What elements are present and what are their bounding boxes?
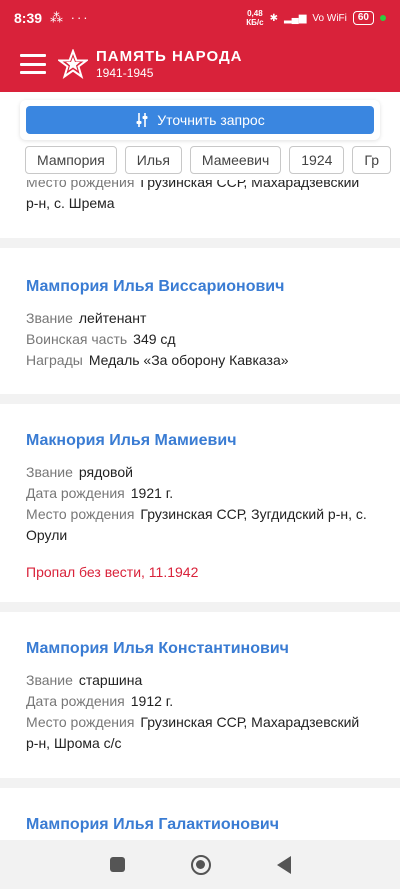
result-card[interactable]: Макнория Илья Мамиевич Звание рядовой Дат… <box>0 404 400 602</box>
filter-chip-region[interactable]: Гр <box>352 146 392 174</box>
system-nav-bar <box>0 840 400 889</box>
result-card[interactable]: Мампория Илья Константинович Звание старш… <box>0 612 400 778</box>
field-rank: Звание старшина <box>26 670 374 691</box>
brand-title: ПАМЯТЬ НАРОДА <box>96 48 243 65</box>
field-label: Награды <box>26 352 83 368</box>
filter-chips: Мампория Илья Мамеевич 1924 Гр <box>25 146 392 174</box>
field-value: старшина <box>78 672 143 688</box>
brand-years: 1941-1945 <box>96 66 154 80</box>
wifi-label: Vo WiFi <box>312 12 347 24</box>
recents-icon[interactable] <box>109 857 125 872</box>
field-label: Место рождения <box>26 506 135 522</box>
result-card[interactable]: Место рождения Грузинская ССР, Махарадзев… <box>0 180 400 238</box>
field-value: лейтенант <box>78 310 147 326</box>
privacy-indicator-icon <box>380 15 386 21</box>
filter-chip-surname[interactable]: Мампория <box>25 146 117 174</box>
result-name-link[interactable]: Мампория Илья Галактионович <box>26 816 374 834</box>
field-awards: Награды Медаль «За оборону Кавказа» <box>26 350 374 371</box>
field-label: Звание <box>26 310 73 326</box>
result-name-link[interactable]: Мампория Илья Виссарионович <box>26 278 374 296</box>
network-speed: 0,48 КБ/с <box>246 9 263 27</box>
network-speed-unit: КБ/с <box>246 18 264 27</box>
status-missing: Пропал без вести, 11.1942 <box>26 564 199 580</box>
filter-area: Уточнить запрос Мампория Илья Мамеевич 1… <box>0 92 400 180</box>
back-icon[interactable] <box>276 855 291 874</box>
field-value: 349 сд <box>133 331 176 347</box>
field-rank: Звание рядовой <box>26 462 374 483</box>
field-value: 1921 г. <box>130 485 174 501</box>
field-birthdate: Дата рождения 1912 г. <box>26 691 374 712</box>
app-header: ПАМЯТЬ НАРОДА 1941-1945 <box>0 36 400 92</box>
menu-icon[interactable] <box>20 54 46 74</box>
bluetooth-icon: ✱ <box>269 12 278 24</box>
network-speed-value: 0,48 <box>247 9 263 18</box>
field-label: Дата рождения <box>26 485 125 501</box>
battery-icon: 60 <box>352 11 374 25</box>
field-value: рядовой <box>78 464 133 480</box>
result-card[interactable]: Мампория Илья Виссарионович Звание лейтен… <box>0 248 400 394</box>
field-label: Дата рождения <box>26 693 125 709</box>
field-value: Медаль «За оборону Кавказа» <box>88 352 289 368</box>
star-logo-icon <box>58 49 88 79</box>
refine-panel: Уточнить запрос <box>20 100 380 140</box>
field-label: Воинская часть <box>26 331 128 347</box>
notification-icons: ⁂ ··· <box>50 10 90 25</box>
field-rank: Звание лейтенант <box>26 308 374 329</box>
filter-chip-year[interactable]: 1924 <box>289 146 345 174</box>
result-name-link[interactable]: Мампория Илья Константинович <box>26 640 374 658</box>
filter-chip-name[interactable]: Илья <box>124 146 182 174</box>
field-birthplace: Место рождения Грузинская ССР, Зугдидский… <box>26 504 374 546</box>
field-label: Место рождения <box>26 714 135 730</box>
results-list[interactable]: Место рождения Грузинская ССР, Махарадзев… <box>0 180 400 840</box>
home-icon[interactable] <box>190 854 211 875</box>
sliders-icon <box>136 113 148 127</box>
brand[interactable]: ПАМЯТЬ НАРОДА 1941-1945 <box>96 48 242 80</box>
field-birthdate: Дата рождения 1921 г. <box>26 483 374 504</box>
refine-query-button[interactable]: Уточнить запрос <box>26 106 374 134</box>
result-name-link[interactable]: Макнория Илья Мамиевич <box>26 432 374 450</box>
field-label: Звание <box>26 672 73 688</box>
signal-icon: ▂▄▆ <box>283 12 307 24</box>
field-birthplace: Место рождения Грузинская ССР, Махарадзев… <box>26 180 374 214</box>
result-card[interactable]: Мампория Илья Галактионович <box>0 788 400 840</box>
status-right-icons: 0,48 КБ/с ✱ ▂▄▆ Vo WiFi 60 <box>246 9 386 27</box>
field-unit: Воинская часть 349 сд <box>26 329 374 350</box>
field-value: 1912 г. <box>130 693 174 709</box>
status-bar: 8:39 ⁂ ··· 0,48 КБ/с ✱ ▂▄▆ Vo WiFi 60 <box>0 0 400 36</box>
status-time: 8:39 <box>14 10 43 26</box>
filter-chip-patronymic[interactable]: Мамеевич <box>189 146 282 174</box>
refine-query-label: Уточнить запрос <box>157 112 265 128</box>
field-label: Место рождения <box>26 180 135 190</box>
field-birthplace: Место рождения Грузинская ССР, Махарадзев… <box>26 712 374 754</box>
field-label: Звание <box>26 464 73 480</box>
